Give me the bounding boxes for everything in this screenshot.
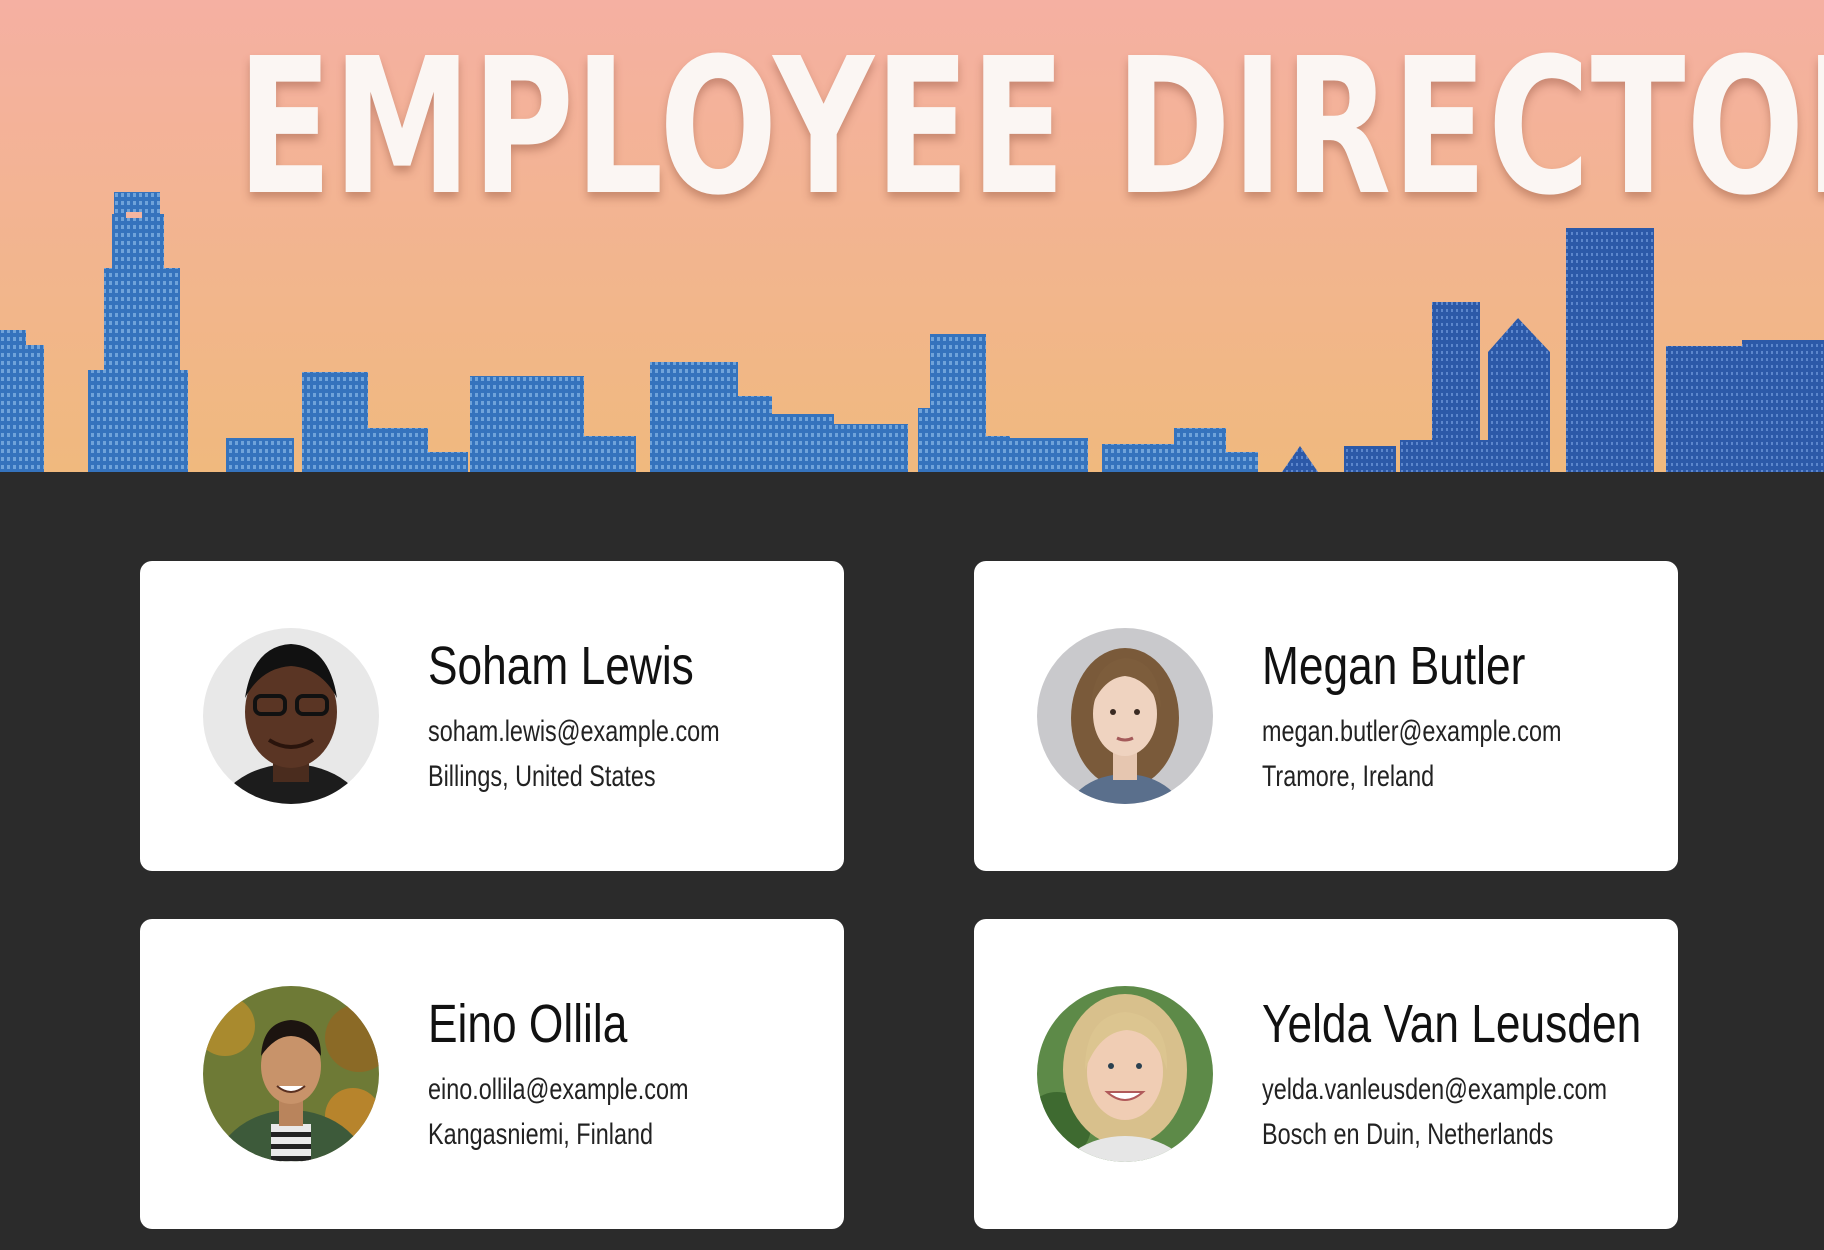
employee-email[interactable]: megan.butler@example.com bbox=[1262, 709, 1574, 754]
employee-grid: Soham Lewis soham.lewis@example.com Bill… bbox=[0, 472, 1824, 1250]
avatar bbox=[1037, 628, 1213, 804]
employee-location: Bosch en Duin, Netherlands bbox=[1262, 1118, 1554, 1151]
employee-email[interactable]: soham.lewis@example.com bbox=[428, 709, 740, 754]
employee-name: Eino Ollila bbox=[428, 994, 628, 1054]
employee-email[interactable]: yelda.vanleusden@example.com bbox=[1262, 1067, 1607, 1112]
employee-name: Yelda Van Leusden bbox=[1262, 994, 1642, 1054]
avatar bbox=[203, 628, 379, 804]
employee-card[interactable]: Eino Ollila eino.ollila@example.com Kang… bbox=[140, 919, 844, 1229]
employee-location: Billings, United States bbox=[428, 760, 656, 793]
employee-name: Megan Butler bbox=[1262, 636, 1526, 696]
employee-email[interactable]: eino.ollila@example.com bbox=[428, 1067, 740, 1112]
employee-name: Soham Lewis bbox=[428, 636, 694, 696]
employee-card[interactable]: Soham Lewis soham.lewis@example.com Bill… bbox=[140, 561, 844, 871]
avatar bbox=[1037, 986, 1213, 1162]
page-title: EMPLOYEE DIRECTORY bbox=[237, 18, 1824, 237]
employee-location: Tramore, Ireland bbox=[1262, 760, 1435, 793]
employee-location: Kangasniemi, Finland bbox=[428, 1118, 654, 1151]
employee-card[interactable]: Yelda Van Leusden yelda.vanleusden@examp… bbox=[974, 919, 1678, 1229]
employee-card[interactable]: Megan Butler megan.butler@example.com Tr… bbox=[974, 561, 1678, 871]
avatar bbox=[203, 986, 379, 1162]
header-banner: EMPLOYEE DIRECTORY bbox=[0, 0, 1824, 472]
